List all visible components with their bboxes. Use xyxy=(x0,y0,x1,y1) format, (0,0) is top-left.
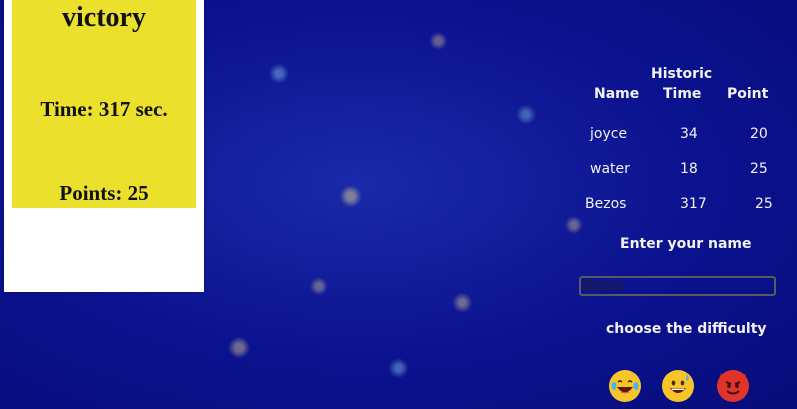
result-card: victory Time: 317 sec. Points: 25 xyxy=(4,0,204,292)
header-point: Point xyxy=(727,86,769,102)
row-point: 25 xyxy=(750,161,768,177)
enter-name-label: Enter your name xyxy=(620,236,752,252)
table-row: joyce 34 20 xyxy=(570,126,790,146)
result-panel: victory Time: 317 sec. Points: 25 xyxy=(12,0,196,208)
devil-emoji-icon[interactable] xyxy=(717,370,749,402)
result-title: victory xyxy=(62,2,146,33)
laughing-tears-emoji-icon[interactable] xyxy=(609,370,641,402)
row-name: water xyxy=(590,161,630,177)
header-name: Name xyxy=(594,86,640,102)
row-name: Bezos xyxy=(585,196,627,212)
row-time: 34 xyxy=(680,126,698,142)
result-time: Time: 317 sec. xyxy=(40,97,168,121)
row-name: joyce xyxy=(590,126,628,142)
result-points: Points: 25 xyxy=(59,181,149,205)
row-time: 317 xyxy=(680,196,707,212)
row-time: 18 xyxy=(680,161,698,177)
row-point: 25 xyxy=(755,196,773,212)
table-row: water 18 25 xyxy=(570,161,790,181)
row-point: 20 xyxy=(750,126,768,142)
header-time: Time xyxy=(663,86,702,102)
name-input[interactable] xyxy=(579,276,776,296)
table-row: Bezos 317 25 xyxy=(570,196,790,216)
difficulty-label: choose the difficulty xyxy=(606,321,767,337)
grinning-sweat-emoji-icon[interactable] xyxy=(662,370,694,402)
historic-caption: Historic xyxy=(651,66,713,82)
